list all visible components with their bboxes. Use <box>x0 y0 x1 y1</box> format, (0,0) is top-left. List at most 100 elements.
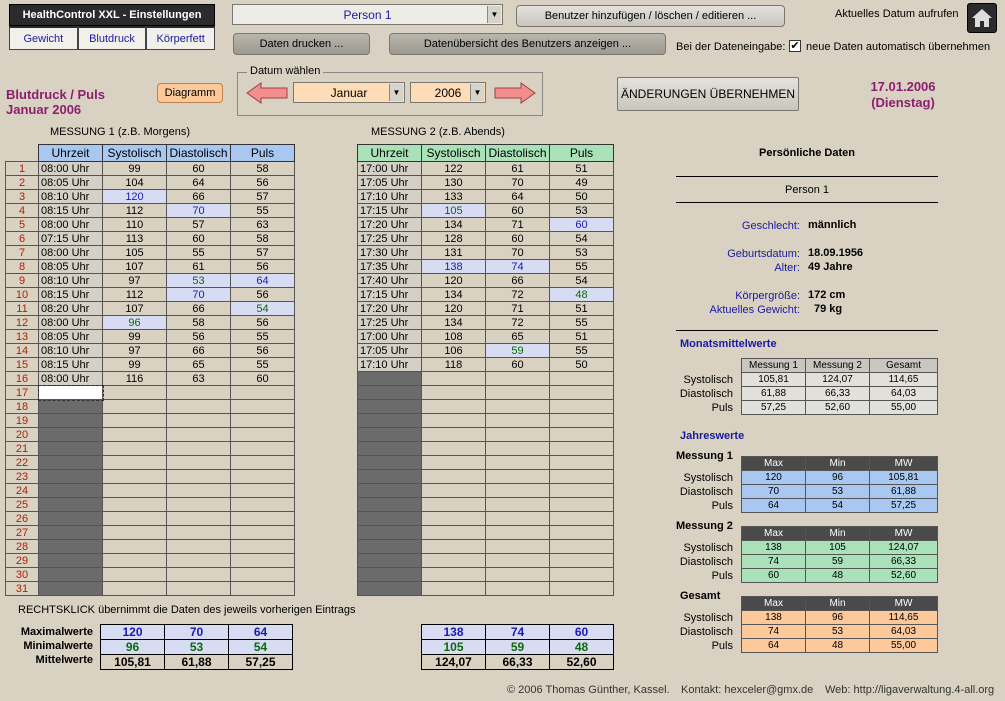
value-cell[interactable] <box>230 441 295 456</box>
value-cell[interactable] <box>421 441 486 456</box>
value-cell[interactable]: 99 <box>102 357 167 372</box>
value-cell[interactable] <box>549 385 614 400</box>
value-cell[interactable]: 99 <box>102 161 167 176</box>
value-cell[interactable] <box>230 581 295 596</box>
value-cell[interactable]: 104 <box>102 175 167 190</box>
value-cell[interactable] <box>549 581 614 596</box>
value-cell[interactable]: 57 <box>230 189 295 204</box>
time-cell[interactable] <box>38 581 103 596</box>
value-cell[interactable] <box>230 483 295 498</box>
time-cell[interactable] <box>38 441 103 456</box>
value-cell[interactable]: 105 <box>102 245 167 260</box>
value-cell[interactable]: 138 <box>421 259 486 274</box>
time-cell[interactable] <box>357 539 422 554</box>
value-cell[interactable] <box>485 553 550 568</box>
value-cell[interactable] <box>549 539 614 554</box>
value-cell[interactable]: 54 <box>230 301 295 316</box>
time-cell[interactable] <box>38 469 103 484</box>
value-cell[interactable] <box>230 413 295 428</box>
value-cell[interactable] <box>421 413 486 428</box>
value-cell[interactable] <box>549 371 614 386</box>
value-cell[interactable]: 60 <box>485 203 550 218</box>
value-cell[interactable]: 96 <box>102 315 167 330</box>
value-cell[interactable]: 71 <box>485 301 550 316</box>
time-cell[interactable]: 17:35 Uhr <box>357 259 422 274</box>
next-month-arrow-icon[interactable] <box>493 81 537 105</box>
value-cell[interactable]: 130 <box>421 175 486 190</box>
value-cell[interactable] <box>485 413 550 428</box>
value-cell[interactable]: 97 <box>102 343 167 358</box>
value-cell[interactable]: 53 <box>549 245 614 260</box>
value-cell[interactable] <box>230 567 295 582</box>
value-cell[interactable] <box>166 399 231 414</box>
value-cell[interactable] <box>485 385 550 400</box>
time-cell[interactable]: 17:30 Uhr <box>357 245 422 260</box>
value-cell[interactable] <box>166 455 231 470</box>
value-cell[interactable]: 60 <box>549 217 614 232</box>
footer-contact[interactable]: Kontakt: hexceler@gmx.de <box>681 684 813 696</box>
time-cell[interactable] <box>357 553 422 568</box>
value-cell[interactable] <box>166 413 231 428</box>
value-cell[interactable] <box>549 469 614 484</box>
value-cell[interactable] <box>166 385 231 400</box>
value-cell[interactable]: 56 <box>230 175 295 190</box>
value-cell[interactable] <box>549 427 614 442</box>
value-cell[interactable] <box>166 497 231 512</box>
chevron-down-icon[interactable]: ▼ <box>470 84 484 101</box>
value-cell[interactable]: 66 <box>166 301 231 316</box>
time-cell[interactable]: 08:15 Uhr <box>38 357 103 372</box>
value-cell[interactable]: 112 <box>102 203 167 218</box>
person-select[interactable]: Person 1 ▼ <box>232 4 503 25</box>
value-cell[interactable] <box>549 455 614 470</box>
value-cell[interactable]: 70 <box>485 245 550 260</box>
time-cell[interactable]: 17:10 Uhr <box>357 189 422 204</box>
time-cell[interactable] <box>38 399 103 414</box>
value-cell[interactable]: 54 <box>549 273 614 288</box>
value-cell[interactable] <box>102 385 167 400</box>
value-cell[interactable]: 65 <box>485 329 550 344</box>
value-cell[interactable] <box>230 525 295 540</box>
value-cell[interactable] <box>166 539 231 554</box>
value-cell[interactable]: 120 <box>421 301 486 316</box>
value-cell[interactable] <box>485 525 550 540</box>
time-cell[interactable] <box>357 469 422 484</box>
tab-gewicht[interactable]: Gewicht <box>9 26 78 50</box>
time-cell[interactable]: 08:05 Uhr <box>38 259 103 274</box>
time-cell[interactable] <box>357 567 422 582</box>
value-cell[interactable] <box>166 567 231 582</box>
time-cell[interactable] <box>38 483 103 498</box>
time-cell[interactable]: 08:00 Uhr <box>38 161 103 176</box>
value-cell[interactable]: 72 <box>485 315 550 330</box>
value-cell[interactable] <box>421 385 486 400</box>
value-cell[interactable]: 74 <box>485 259 550 274</box>
value-cell[interactable]: 120 <box>421 273 486 288</box>
value-cell[interactable] <box>421 455 486 470</box>
value-cell[interactable]: 122 <box>421 161 486 176</box>
value-cell[interactable]: 113 <box>102 231 167 246</box>
value-cell[interactable]: 50 <box>549 189 614 204</box>
manage-users-button[interactable]: Benutzer hinzufügen / löschen / editiere… <box>516 5 785 27</box>
value-cell[interactable]: 134 <box>421 217 486 232</box>
value-cell[interactable]: 55 <box>549 259 614 274</box>
value-cell[interactable]: 99 <box>102 329 167 344</box>
value-cell[interactable]: 71 <box>485 217 550 232</box>
time-cell[interactable] <box>357 483 422 498</box>
value-cell[interactable]: 61 <box>485 161 550 176</box>
value-cell[interactable]: 106 <box>421 343 486 358</box>
time-cell[interactable]: 08:05 Uhr <box>38 175 103 190</box>
value-cell[interactable]: 51 <box>549 161 614 176</box>
time-cell[interactable]: 08:00 Uhr <box>38 315 103 330</box>
value-cell[interactable] <box>230 511 295 526</box>
value-cell[interactable]: 60 <box>485 357 550 372</box>
value-cell[interactable]: 55 <box>230 203 295 218</box>
value-cell[interactable]: 58 <box>166 315 231 330</box>
value-cell[interactable] <box>166 441 231 456</box>
value-cell[interactable]: 60 <box>166 161 231 176</box>
value-cell[interactable]: 110 <box>102 217 167 232</box>
value-cell[interactable] <box>421 567 486 582</box>
value-cell[interactable] <box>421 525 486 540</box>
value-cell[interactable]: 120 <box>102 189 167 204</box>
value-cell[interactable] <box>485 567 550 582</box>
value-cell[interactable]: 118 <box>421 357 486 372</box>
value-cell[interactable] <box>230 427 295 442</box>
